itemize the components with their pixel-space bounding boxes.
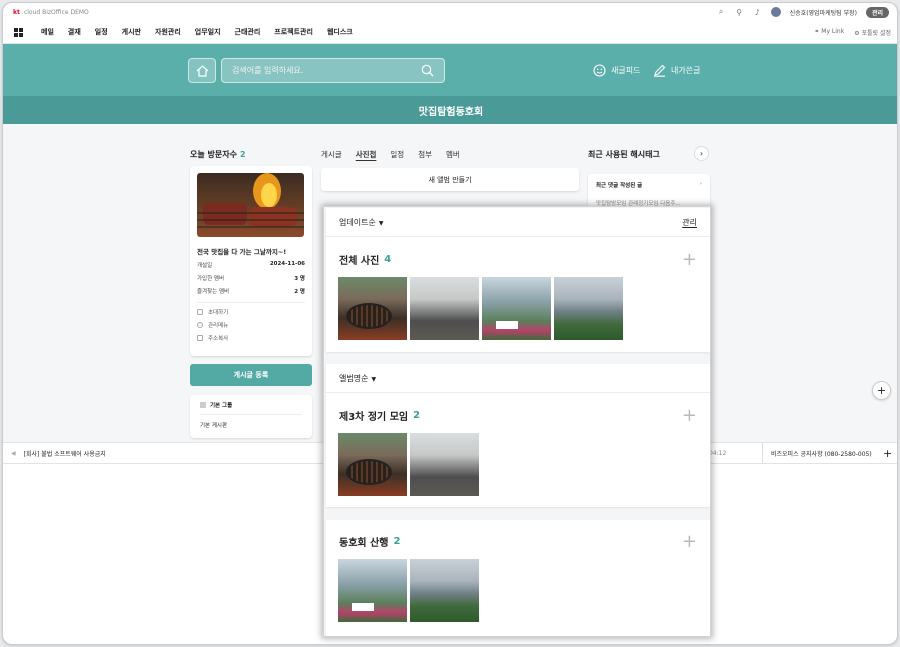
info-row: 즐겨찾는 멤버 2 명 [197,289,305,295]
pencil-icon [654,64,666,77]
admin-button[interactable]: 관리 [865,6,889,18]
menu-project[interactable]: 프로젝트관리 [274,27,313,37]
album-list-section: 앨범명순 ▼ 제3차 정기 모임 2 + [326,364,710,507]
notice-text[interactable]: [회사] 불법 소프트웨어 사용금지 [24,449,106,458]
person-icon[interactable]: ⚲ [735,8,744,17]
menu-schedule[interactable]: 일정 [95,27,108,37]
photo-thumbnail[interactable] [338,433,407,496]
copy-address-link[interactable]: 주소복사 [197,334,305,342]
club-name: 맛집탐험동호회 [3,96,897,124]
gear-icon [197,322,203,328]
mylink-link[interactable]: ⚭ My Link [814,28,844,37]
album-count: 2 [413,409,421,421]
board-item[interactable]: 기본 게시판 [200,421,302,429]
club-image [197,173,304,237]
menu-resource[interactable]: 자원관리 [155,27,181,37]
album-title[interactable]: 동호회 산행 [339,534,388,549]
portlet-settings-link[interactable]: ⚙ 포틀릿 설정 [854,28,891,37]
hashtag-title: 최근 사용된 해시태그 [588,150,660,159]
all-photos-section: 업데이트순 ▼ 관리 전체 사진 4 + [326,208,710,352]
info-row: 개설일 2024-11-06 [197,261,305,269]
speaker-icon: ◀ [11,449,16,457]
new-album-button[interactable]: 새 앨범 만들기 [321,168,579,191]
add-photo-icon[interactable]: + [682,531,697,552]
club-info-card: 전국 맛집을 다 가는 그날까지~! 개설일 2024-11-06 가입한 멤버 3… [190,166,312,356]
search-icon [421,64,434,77]
copy-icon [197,335,203,341]
all-photos-count: 4 [384,253,392,265]
photo-thumbnail[interactable] [410,433,479,496]
main-menu: 메일 결재 일정 게시판 자원관리 업무일지 근태관리 프로젝트관리 웹디스크 … [3,21,897,44]
bell-icon[interactable]: ♪ [753,8,762,17]
board-list-card: 기본 그룹 기본 게시판 [190,395,312,438]
info-row: 가입한 멤버 3 명 [197,276,305,282]
add-photo-icon[interactable]: + [682,405,697,426]
invite-link[interactable]: 초대하기 [197,308,305,316]
search-icon[interactable]: ⌕ [717,7,726,17]
photo-thumbnail[interactable] [410,559,479,622]
board-group[interactable]: 기본 그룹 [200,401,302,415]
add-photo-icon[interactable]: + [682,249,697,270]
home-icon [196,64,208,77]
menu-webdisk[interactable]: 웹디스크 [327,27,353,37]
photo-thumbnail[interactable] [554,277,623,340]
menu-attendance[interactable]: 근태관리 [235,27,261,37]
album-title[interactable]: 제3차 정기 모임 [339,408,408,423]
photo-thumbnail[interactable] [338,559,407,622]
search-box [221,58,445,83]
visitors-label: 오늘 방문자수 2 [190,150,246,159]
search-input[interactable] [232,66,421,75]
menu-board[interactable]: 게시판 [122,27,141,37]
photo-thumbnail[interactable] [410,277,479,340]
album-count: 2 [393,535,401,547]
club-tabs: 게시글 사진첩 일정 첨부 멤버 [321,149,460,160]
admin-menu-link[interactable]: 관리메뉴 [197,321,305,329]
sort-name-dropdown[interactable]: 앨범명순 ▼ [339,373,376,384]
menu-approval[interactable]: 결재 [68,27,81,37]
support-phone: 비즈오피스 공지사항 (080-2580-005) [762,443,872,463]
menu-mail[interactable]: 메일 [41,27,54,37]
add-fab-button[interactable]: + [872,381,891,400]
tab-members[interactable]: 멤버 [446,149,460,160]
all-photos-title[interactable]: 전체 사진 [339,252,379,267]
album-popup: 업데이트순 ▼ 관리 전체 사진 4 + 앨범명순 ▼ 제3차 정기 모임 2 … [323,206,711,637]
sort-update-dropdown[interactable]: 업데이트순 ▼ [339,217,383,228]
feed-link[interactable]: 새글피드 [593,64,640,77]
app-window: kt cloud BizOffice DEMO ⌕ ⚲ ♪ 신승호(영업마케팅팀… [2,2,898,645]
tab-photos[interactable]: 사진첩 [356,149,377,160]
smile-icon [593,64,606,77]
invite-icon [197,309,203,315]
my-posts-link[interactable]: 내가쓴글 [653,64,700,77]
home-button[interactable] [188,58,216,83]
write-post-button[interactable]: 게시글 등록 [190,364,312,386]
photo-grid [326,433,710,496]
apps-grid-icon[interactable] [14,27,23,37]
photo-grid [326,559,710,622]
photo-grid [326,277,710,340]
album-section: 동호회 산행 2 + [326,520,710,636]
folder-icon [200,402,206,408]
avatar[interactable] [770,7,781,17]
notice-time: 04:12 [709,449,727,457]
manage-link[interactable]: 관리 [682,217,697,228]
tab-schedule[interactable]: 일정 [390,149,404,160]
tab-attachments[interactable]: 첨부 [418,149,432,160]
brand-logo[interactable]: kt cloud BizOffice DEMO [13,9,89,16]
tab-posts[interactable]: 게시글 [321,149,342,160]
photo-thumbnail[interactable] [482,277,551,340]
club-title: 전국 맛집을 다 가는 그날까지~! [197,248,287,256]
user-name[interactable]: 신승호(영업마케팅팀 부장) [790,8,857,17]
photo-thumbnail[interactable] [338,277,407,340]
plus-icon[interactable]: + [883,447,892,460]
menu-worklog[interactable]: 업무일지 [195,27,221,37]
top-bar: kt cloud BizOffice DEMO ⌕ ⚲ ♪ 신승호(영업마케팅팀… [3,3,897,21]
chevron-right-icon[interactable]: › [694,146,709,161]
club-header: 새글피드 내가쓴글 [3,44,897,96]
recent-comment-header[interactable]: 최근 댓글 작성된 글 › [596,181,702,189]
